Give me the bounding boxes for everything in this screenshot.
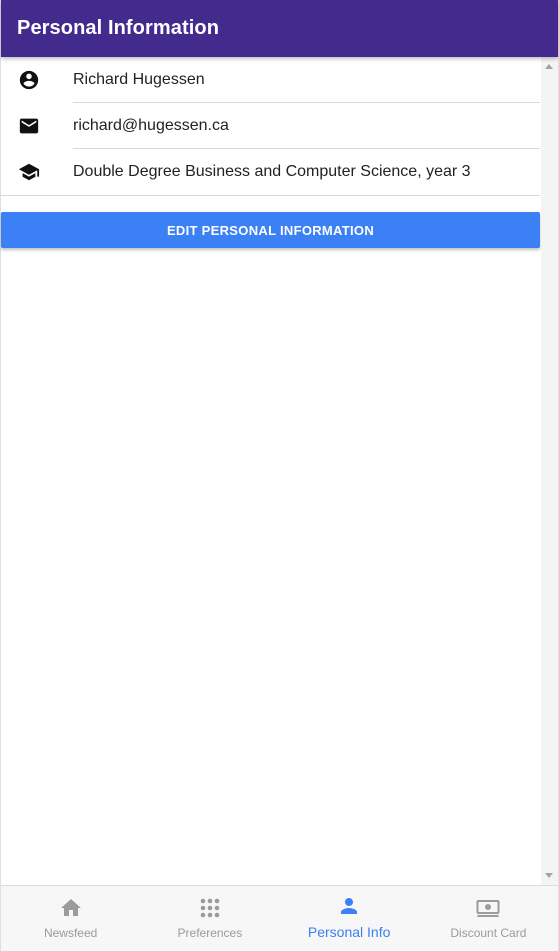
user-name: Richard Hugessen [73, 57, 540, 103]
graduation-cap-icon [1, 149, 73, 195]
scroll-up-arrow-icon[interactable] [545, 64, 553, 69]
person-icon [341, 898, 358, 914]
home-icon [60, 899, 81, 916]
program-row: Double Degree Business and Computer Scie… [1, 149, 540, 195]
content-area[interactable]: Richard Hugessen richard@hugessen.ca Dou… [1, 57, 540, 885]
tab-discount-card[interactable]: Discount Card [419, 886, 558, 951]
app-header: Personal Information [1, 0, 558, 57]
bottom-tab-bar: Newsfeed Preferences Personal Info Disco… [1, 885, 558, 951]
list-divider [1, 195, 540, 196]
tab-label: Newsfeed [43, 926, 98, 940]
tab-label: Preferences [177, 926, 243, 940]
user-email: richard@hugessen.ca [73, 103, 540, 149]
app: Personal Information Richard Hugessen ri… [0, 0, 559, 951]
grid-icon [200, 898, 220, 918]
page-title: Personal Information [17, 17, 220, 39]
scrollbar[interactable] [541, 57, 558, 885]
tab-personal-info[interactable]: Personal Info [280, 886, 419, 951]
tab-label: Discount Card [450, 926, 527, 940]
name-row: Richard Hugessen [1, 57, 540, 103]
account-circle-icon [1, 57, 73, 103]
tab-label: Personal Info [307, 924, 391, 940]
tab-preferences[interactable]: Preferences [140, 886, 279, 951]
tab-newsfeed[interactable]: Newsfeed [1, 886, 140, 951]
email-icon [1, 103, 73, 149]
edit-personal-information-button[interactable]: EDIT PERSONAL INFORMATION [1, 212, 540, 248]
money-icon [476, 900, 500, 917]
scroll-down-arrow-icon[interactable] [545, 873, 553, 878]
email-row: richard@hugessen.ca [1, 103, 540, 149]
user-program: Double Degree Business and Computer Scie… [73, 163, 471, 180]
